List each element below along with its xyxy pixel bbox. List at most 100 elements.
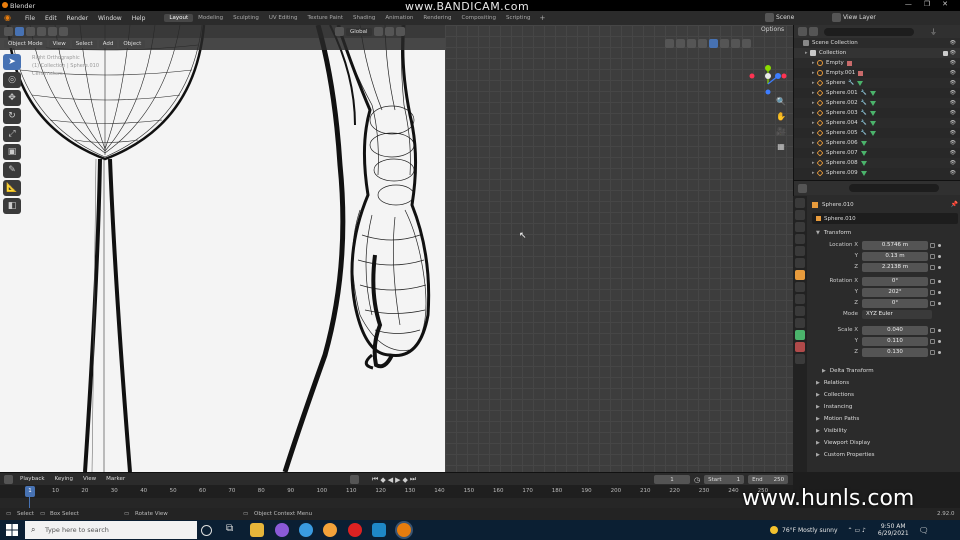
move-tool-icon[interactable]: ✥ bbox=[3, 90, 21, 106]
scale-y-keyframe-icon[interactable] bbox=[938, 339, 941, 343]
panel-motion-paths[interactable]: ▶ Motion Paths bbox=[812, 413, 958, 425]
bandicam-icon[interactable] bbox=[348, 523, 362, 537]
blender-taskbar-icon[interactable] bbox=[397, 523, 411, 537]
taskbar-search-input[interactable]: ⌕ Type here to search bbox=[25, 521, 197, 539]
app-icon-1[interactable] bbox=[275, 523, 289, 537]
rotation-y-keyframe-icon[interactable] bbox=[938, 290, 941, 294]
zoom-icon[interactable]: 🔍 bbox=[774, 97, 788, 109]
outliner-row[interactable]: ▸ Sphere.004 🔧 👁 bbox=[794, 118, 960, 128]
outliner-editor-icon[interactable] bbox=[798, 27, 807, 36]
outliner-row[interactable]: ▸ Sphere.001 🔧 👁 bbox=[794, 88, 960, 98]
filter-icon[interactable]: ⏚ bbox=[930, 27, 937, 37]
location-y-lock-icon[interactable] bbox=[930, 253, 935, 259]
viewport-3d-left[interactable] bbox=[0, 25, 445, 472]
start-frame-field[interactable]: Start 1 bbox=[704, 475, 745, 484]
panel-instancing[interactable]: ▶ Instancing bbox=[812, 401, 958, 413]
constraint-icon[interactable] bbox=[858, 70, 864, 76]
location-y-field[interactable]: 0.13 m bbox=[862, 251, 928, 261]
world-tab-icon[interactable] bbox=[795, 258, 805, 268]
mesh-data-icon[interactable] bbox=[860, 150, 867, 156]
scale-x-lock-icon[interactable] bbox=[930, 327, 935, 333]
outliner-row[interactable]: ▸ Sphere.006 👁 bbox=[794, 138, 960, 148]
jump-start-icon[interactable]: ⏮ bbox=[372, 475, 378, 484]
menu-window[interactable]: Window bbox=[93, 15, 127, 22]
rotate-tool-icon[interactable]: ↻ bbox=[3, 108, 21, 124]
current-frame-field[interactable]: 1 bbox=[654, 475, 690, 484]
location-x-keyframe-icon[interactable] bbox=[938, 243, 941, 247]
scale-y-field[interactable]: 0.110 bbox=[862, 336, 928, 346]
modifier-wrench-icon[interactable]: 🔧 bbox=[861, 90, 867, 96]
maximize-icon[interactable]: ❐ bbox=[924, 0, 930, 8]
tool-tab-icon[interactable] bbox=[795, 198, 805, 208]
camera-icon[interactable]: 🎥 bbox=[774, 127, 788, 139]
outliner-row[interactable]: ▸ Empty 👁 bbox=[794, 58, 960, 68]
object-tab-icon[interactable] bbox=[795, 270, 805, 280]
scene-tab-icon[interactable] bbox=[795, 246, 805, 256]
weather-text[interactable]: 76°F Mostly sunny bbox=[782, 527, 838, 534]
wireframe-shading-icon[interactable] bbox=[709, 39, 718, 48]
mesh-data-icon[interactable] bbox=[860, 160, 867, 166]
visibility-eye-icon[interactable]: 👁 bbox=[950, 40, 956, 46]
timeline-menu-marker[interactable]: Marker bbox=[101, 476, 130, 482]
transform-orientation-select[interactable]: Global bbox=[346, 27, 372, 36]
workspace-tab-rendering[interactable]: Rendering bbox=[418, 14, 456, 22]
visibility-eye-icon[interactable]: 👁 bbox=[950, 80, 956, 86]
jump-end-icon[interactable]: ⏭ bbox=[410, 475, 416, 484]
mesh-data-icon[interactable] bbox=[860, 140, 867, 146]
modifier-wrench-icon[interactable]: 🔧 bbox=[861, 100, 867, 106]
add-cube-tool-icon[interactable]: ◧ bbox=[3, 198, 21, 214]
transform-tool-icon[interactable]: ▣ bbox=[3, 144, 21, 160]
solid-shading-icon[interactable] bbox=[720, 39, 729, 48]
app-icon-2[interactable] bbox=[299, 523, 313, 537]
visibility-eye-icon[interactable]: 👁 bbox=[950, 100, 956, 106]
cortana-icon[interactable] bbox=[201, 525, 212, 536]
location-x-lock-icon[interactable] bbox=[930, 242, 935, 248]
visibility-eye-icon[interactable]: 👁 bbox=[950, 130, 956, 136]
view-layer-tab-icon[interactable] bbox=[795, 234, 805, 244]
outliner-row[interactable]: ▸ Sphere.009 👁 bbox=[794, 168, 960, 178]
scale-y-lock-icon[interactable] bbox=[930, 338, 935, 344]
timeline-menu-keying[interactable]: Keying bbox=[50, 476, 78, 482]
scene-selector[interactable]: Scene bbox=[776, 14, 832, 21]
rotation-y-lock-icon[interactable] bbox=[930, 289, 935, 295]
measure-tool-icon[interactable]: 📐 bbox=[3, 180, 21, 196]
clock[interactable]: 9:50 AM 6/29/2021 bbox=[878, 523, 909, 537]
cursor-tool-icon[interactable]: ◎ bbox=[3, 72, 21, 88]
output-tab-icon[interactable] bbox=[795, 222, 805, 232]
visibility-eye-icon[interactable]: 👁 bbox=[950, 160, 956, 166]
outliner-search-input[interactable] bbox=[824, 27, 914, 36]
menu-file[interactable]: File bbox=[20, 15, 40, 22]
modifier-wrench-icon[interactable]: 🔧 bbox=[861, 110, 867, 116]
timeline-track[interactable] bbox=[0, 498, 793, 508]
end-frame-field[interactable]: End 250 bbox=[748, 475, 789, 484]
select-mode-alt-icon[interactable] bbox=[26, 27, 35, 36]
object-mode-select[interactable]: Object Mode bbox=[4, 40, 47, 48]
panel-visibility[interactable]: ▶ Visibility bbox=[812, 425, 958, 437]
mesh-data-icon[interactable] bbox=[860, 170, 867, 176]
auto-keying-icon[interactable] bbox=[350, 475, 359, 484]
select-mode-icon[interactable] bbox=[15, 27, 24, 36]
timeline-ruler[interactable]: 10 20 30 40 50 60 70 80 90 100 110 120 130 140 150 160 1… bbox=[0, 485, 793, 498]
scale-z-lock-icon[interactable] bbox=[930, 349, 935, 355]
xray-icon[interactable] bbox=[698, 39, 707, 48]
outliner-display-icon[interactable] bbox=[809, 27, 818, 36]
visibility-eye-icon[interactable]: 👁 bbox=[950, 50, 956, 56]
add-workspace-icon[interactable]: + bbox=[539, 14, 545, 22]
snap-icon[interactable] bbox=[384, 27, 394, 36]
visibility-eye-icon[interactable]: 👁 bbox=[950, 140, 956, 146]
panel-custom-properties[interactable]: ▶ Custom Properties bbox=[812, 449, 958, 461]
location-y-keyframe-icon[interactable] bbox=[938, 254, 941, 258]
task-view-icon[interactable]: ⧉ bbox=[226, 523, 240, 537]
play-icon[interactable]: ▶ bbox=[395, 476, 400, 484]
timeline-menu-playback[interactable]: Playback bbox=[15, 476, 50, 482]
select-mode-alt4-icon[interactable] bbox=[59, 27, 68, 36]
texture-tab-icon[interactable] bbox=[795, 354, 805, 364]
mesh-data-icon[interactable] bbox=[869, 130, 876, 136]
rendered-shading-icon[interactable] bbox=[742, 39, 751, 48]
workspace-tab-compositing[interactable]: Compositing bbox=[457, 14, 501, 22]
blender-menu-icon[interactable]: ◉ bbox=[4, 13, 16, 23]
scale-x-field[interactable]: 0.040 bbox=[862, 325, 928, 335]
visibility-eye-icon[interactable]: 👁 bbox=[950, 110, 956, 116]
viewport-menu-select[interactable]: Select bbox=[71, 40, 97, 48]
pivot-icon[interactable] bbox=[373, 27, 383, 36]
